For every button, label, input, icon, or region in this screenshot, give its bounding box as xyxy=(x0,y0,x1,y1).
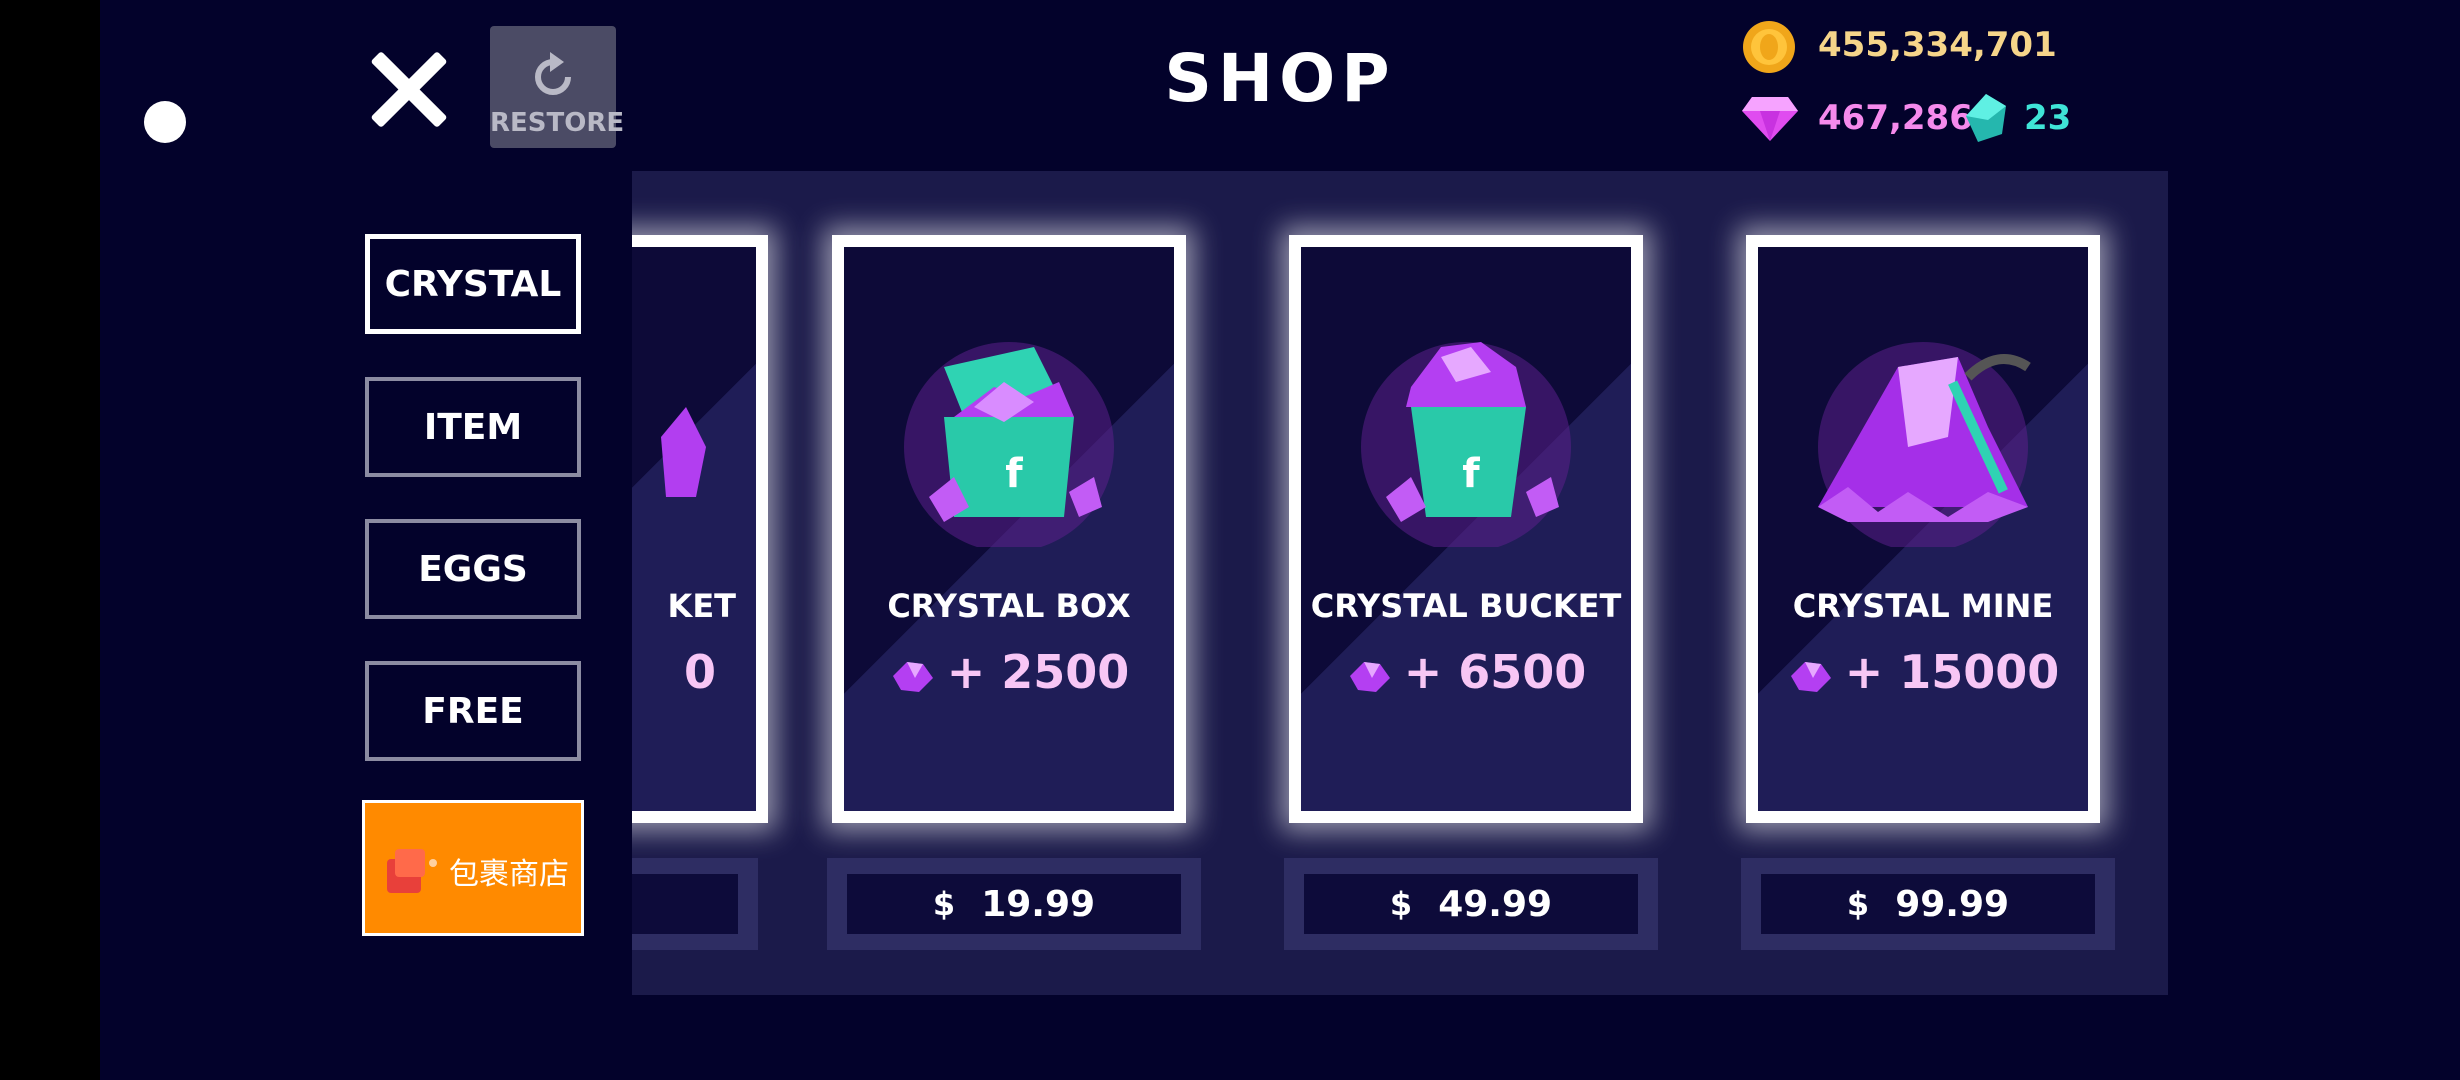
product-amount-value: + 2500 xyxy=(946,645,1130,699)
price-button-inner xyxy=(632,874,738,934)
crystal-bucket-icon: f xyxy=(1361,342,1571,547)
currency-symbol: $ xyxy=(1389,885,1413,923)
product-amount: + 2500 xyxy=(844,645,1174,699)
tab-free[interactable]: FREE xyxy=(365,661,581,761)
tab-item[interactable]: ITEM xyxy=(365,377,581,477)
svg-text:f: f xyxy=(1005,451,1023,497)
gem-icon xyxy=(1742,97,1798,141)
currency-symbol: $ xyxy=(932,885,956,923)
product-amount: 0 xyxy=(683,645,716,699)
price-button-partial[interactable] xyxy=(632,858,758,950)
tab-eggs[interactable]: EGGS xyxy=(365,519,581,619)
price-value: 99.99 xyxy=(1895,883,2010,925)
crystal-mine-icon xyxy=(1818,342,2031,547)
product-carousel[interactable]: KET 0 f CRYSTAL BOX + 2500 f CRYSTAL BUC… xyxy=(632,171,2168,995)
crystal-small-icon xyxy=(1790,661,1831,692)
tab-crystal[interactable]: CRYSTAL xyxy=(365,234,581,334)
product-card-crystal-bucket[interactable]: f CRYSTAL BUCKET + 6500 xyxy=(1289,235,1643,823)
shard-balance: 23 xyxy=(2024,98,2072,138)
crystal-box-icon: f xyxy=(904,342,1114,547)
shard-icon xyxy=(1966,94,2006,142)
product-amount-value: + 15000 xyxy=(1844,645,2060,699)
price-button-crystal-box[interactable]: $ 19.99 xyxy=(827,858,1201,950)
svg-text:f: f xyxy=(1462,451,1480,497)
price-button-inner: $ 99.99 xyxy=(1761,874,2095,934)
price-button-inner: $ 19.99 xyxy=(847,874,1181,934)
price-button-crystal-bucket[interactable]: $ 49.99 xyxy=(1284,858,1658,950)
gem-balance: 467,286 xyxy=(1818,98,1973,138)
crystal-art-icon xyxy=(661,407,706,497)
page-title: SHOP xyxy=(1164,40,1396,117)
product-card-partial[interactable]: KET 0 xyxy=(632,235,768,823)
currency-symbol: $ xyxy=(1846,885,1870,923)
product-amount: + 15000 xyxy=(1758,645,2088,699)
restore-icon xyxy=(535,52,571,95)
crystal-small-icon xyxy=(1349,661,1390,692)
product-card-crystal-mine[interactable]: CRYSTAL MINE + 15000 xyxy=(1746,235,2100,823)
coin-icon xyxy=(1743,21,1795,73)
crystal-small-icon xyxy=(892,661,933,692)
close-button[interactable] xyxy=(368,48,450,130)
package-icon xyxy=(387,849,437,893)
product-amount: + 6500 xyxy=(1301,645,1631,699)
price-button-inner: $ 49.99 xyxy=(1304,874,1638,934)
package-store-label: 包裹商店 xyxy=(449,857,569,892)
coin-balance: 455,334,701 xyxy=(1818,25,2057,65)
price-value: 49.99 xyxy=(1438,883,1553,925)
package-store-button[interactable]: 包裹商店 xyxy=(362,800,584,936)
product-card-crystal-box[interactable]: f CRYSTAL BOX + 2500 xyxy=(832,235,1186,823)
product-name: CRYSTAL BOX xyxy=(887,587,1131,625)
product-name: CRYSTAL MINE xyxy=(1792,587,2054,625)
system-dot xyxy=(144,101,186,143)
price-button-crystal-mine[interactable]: $ 99.99 xyxy=(1741,858,2115,950)
product-amount-value: + 6500 xyxy=(1403,645,1587,699)
product-name: KET xyxy=(667,587,736,625)
product-name: CRYSTAL BUCKET xyxy=(1310,587,1622,625)
price-value: 19.99 xyxy=(981,883,1096,925)
restore-label: RESTORE xyxy=(490,108,625,138)
restore-button[interactable]: RESTORE xyxy=(490,26,625,148)
